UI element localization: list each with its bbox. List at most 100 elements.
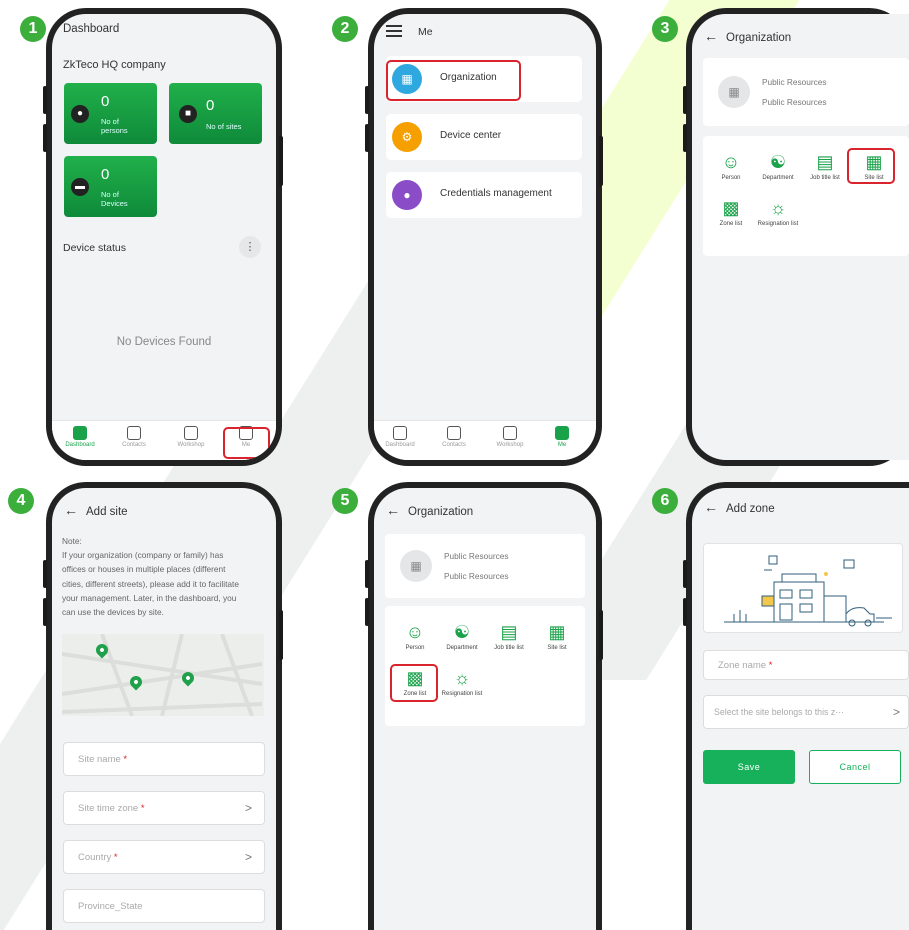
- grid-item-person[interactable]: ☺ Person: [709, 152, 753, 182]
- tab-label: Workshop: [177, 442, 205, 448]
- devices-count: 0: [101, 166, 110, 183]
- zone-name-field[interactable]: Zone name *: [703, 650, 909, 680]
- phone-3: ← Organization ▦ Public Resources Public …: [683, 8, 909, 466]
- phone-1: Dashboard ZkTeco HQ company ● 0 No of per…: [43, 8, 283, 466]
- tab-dashboard[interactable]: Dashboard: [60, 426, 100, 448]
- step-badge-5: 5: [332, 488, 358, 514]
- field-placeholder: Zone name: [718, 660, 767, 671]
- field-placeholder: Province_State: [78, 901, 143, 912]
- grid-label: Person: [405, 645, 425, 651]
- cancel-button[interactable]: Cancel: [809, 750, 901, 784]
- sites-label: No of sites: [206, 122, 242, 131]
- empty-state-text: No Devices Found: [116, 336, 212, 348]
- grid-item-job-title[interactable]: ▤ Job title list: [487, 622, 531, 652]
- hamburger-menu-icon[interactable]: [386, 25, 402, 37]
- grid-label: Site list: [547, 645, 567, 651]
- persons-count: 0: [101, 93, 110, 110]
- grid-label: Department: [446, 645, 478, 651]
- step-badge-6: 6: [652, 488, 678, 514]
- credentials-icon: ●: [392, 180, 422, 210]
- tab-workshop[interactable]: Workshop: [171, 426, 211, 448]
- contacts-icon: [447, 426, 461, 440]
- zone-icon: ▩: [722, 198, 740, 218]
- step-badge-3: 3: [652, 16, 678, 42]
- person-icon: ●: [71, 105, 89, 123]
- site-select[interactable]: Select the site belongs to this z··· >: [703, 695, 909, 729]
- highlight-site-list: [847, 148, 895, 184]
- header-bar: ← Organization: [374, 488, 596, 526]
- tab-dashboard[interactable]: Dashboard: [380, 426, 420, 448]
- required-marker: *: [768, 660, 773, 671]
- back-arrow-icon[interactable]: ←: [386, 502, 400, 518]
- more-options-icon[interactable]: ⋮: [239, 236, 261, 258]
- device-status-heading: Device status: [63, 242, 127, 254]
- tutorial-stage: 1 Dashboard ZkTeco HQ company ● 0 No of p…: [0, 0, 909, 930]
- grid-item-zone-list[interactable]: ▩ Zone list: [709, 198, 753, 228]
- grid-label: Resignation list: [441, 691, 483, 697]
- page-title: Organization: [408, 506, 474, 518]
- grid-item-resignation[interactable]: ☼ Resignation list: [756, 198, 800, 228]
- menu-item-label: Credentials management: [440, 188, 552, 199]
- grid-item-job-title[interactable]: ▤ Job title list: [803, 152, 847, 182]
- device-center-icon: ⚙: [392, 122, 422, 152]
- device-icon: ▬: [71, 178, 89, 196]
- back-arrow-icon[interactable]: ←: [704, 28, 718, 44]
- menu-item-credentials[interactable]: ● Credentials management: [386, 172, 582, 218]
- grid-item-resignation[interactable]: ☼ Resignation list: [440, 668, 484, 698]
- screen-organization: ← Organization ▦ Public Resources Public …: [692, 14, 909, 460]
- zone-illustration: [703, 543, 903, 633]
- resource-subtitle: Public Resources: [762, 97, 827, 107]
- country-select[interactable]: Country * >: [63, 840, 265, 874]
- grid-item-site-list[interactable]: ▦ Site list: [535, 622, 579, 652]
- header-bar: ← Add site: [52, 488, 276, 526]
- resource-card: ▦ Public Resources Public Resources: [385, 534, 585, 598]
- briefcase-icon: ▤: [500, 622, 518, 642]
- devices-tile[interactable]: ▬ 0 No of Devices: [64, 156, 157, 217]
- persons-tile[interactable]: ● 0 No of persons: [64, 83, 157, 144]
- sites-tile[interactable]: ■ 0 No of sites: [169, 83, 262, 144]
- chevron-right-icon: >: [244, 850, 252, 864]
- devices-label: No of Devices: [101, 190, 128, 208]
- required-marker: *: [113, 852, 118, 863]
- note-line: your management. Later, in the dashboard…: [62, 592, 237, 603]
- chevron-right-icon: >: [892, 705, 900, 719]
- step-badge-4: 4: [8, 488, 34, 514]
- workshop-icon: [184, 426, 198, 440]
- highlight-me-tab: [223, 427, 270, 459]
- back-arrow-icon[interactable]: ←: [704, 499, 718, 515]
- tab-label: Workshop: [496, 442, 524, 448]
- province-state-field[interactable]: Province_State: [63, 889, 265, 923]
- screen-add-zone: ← Add zone Zone name * Select the site b…: [692, 488, 909, 930]
- briefcase-icon: ▤: [816, 152, 834, 172]
- tab-contacts[interactable]: Contacts: [114, 426, 154, 448]
- department-icon: ☯: [769, 152, 787, 172]
- grid-item-department[interactable]: ☯ Department: [440, 622, 484, 652]
- grid-label: Zone list: [719, 221, 743, 227]
- person-icon: ☺: [721, 152, 741, 172]
- grid-label: Department: [762, 175, 794, 181]
- site-time-zone-select[interactable]: Site time zone * >: [63, 791, 265, 825]
- save-button[interactable]: Save: [703, 750, 795, 784]
- menu-item-device-center[interactable]: ⚙ Device center: [386, 114, 582, 160]
- back-arrow-icon[interactable]: ←: [64, 502, 78, 518]
- screen-dashboard: Dashboard ZkTeco HQ company ● 0 No of per…: [52, 14, 276, 460]
- grid-item-person[interactable]: ☺ Person: [393, 622, 437, 652]
- site-name-field[interactable]: Site name *: [63, 742, 265, 776]
- grid-item-department[interactable]: ☯ Department: [756, 152, 800, 182]
- field-placeholder: Site time zone: [78, 803, 139, 814]
- required-marker: *: [140, 803, 145, 814]
- header-bar: ← Organization: [692, 14, 909, 52]
- tab-contacts[interactable]: Contacts: [434, 426, 474, 448]
- persons-label: No of persons: [101, 117, 128, 135]
- grid-label: Resignation list: [757, 221, 799, 227]
- tab-label: Contacts: [442, 442, 466, 448]
- resignation-icon: ☼: [453, 668, 471, 688]
- dashboard-icon: [393, 426, 407, 440]
- tab-me[interactable]: Me: [542, 426, 582, 448]
- screen-me: Me ▦ Organization ⚙ Device center ● Cred…: [374, 14, 596, 460]
- resource-card: ▦ Public Resources Public Resources: [703, 58, 909, 126]
- tab-workshop[interactable]: Workshop: [490, 426, 530, 448]
- contacts-icon: [127, 426, 141, 440]
- building-icon: ■: [179, 105, 197, 123]
- page-title: Organization: [726, 32, 792, 44]
